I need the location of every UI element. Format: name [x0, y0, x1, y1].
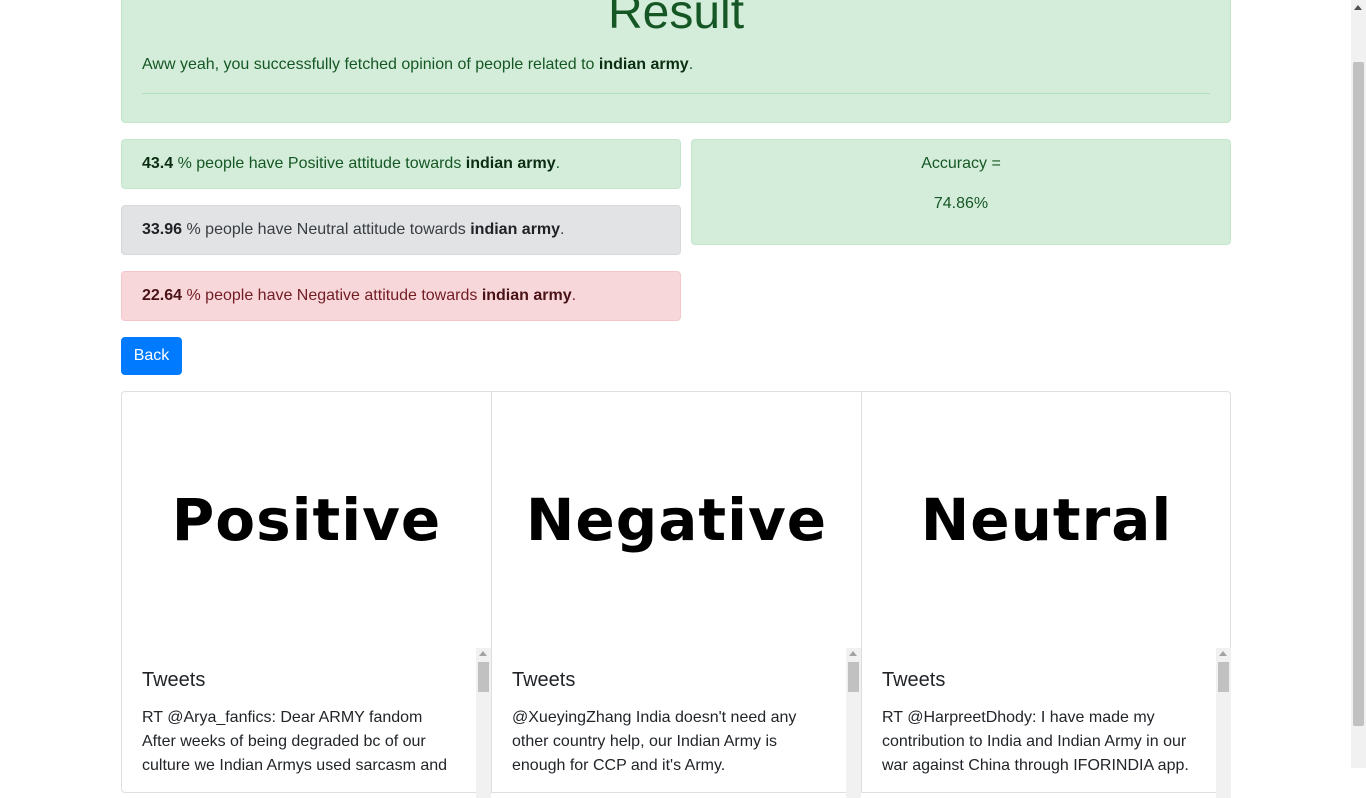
neutral-stat-alert: 33.96 % people have Neutral attitude tow…	[121, 205, 681, 255]
positive-card: Positive Tweets RT @Arya_fanfics: Dear A…	[122, 392, 491, 798]
result-alert: Result Aww yeah, you successfully fetche…	[121, 0, 1231, 123]
accuracy-value: 74.86%	[933, 195, 989, 212]
accuracy-label: Accuracy =	[921, 155, 1001, 172]
result-message: Aww yeah, you successfully fetched opini…	[142, 55, 693, 75]
negative-percent: 22.64	[142, 287, 183, 304]
scroll-thumb[interactable]	[848, 662, 859, 692]
scroll-thumb[interactable]	[1218, 662, 1229, 692]
neutral-card-text: RT @HarpreetDhody: I have made my contri…	[882, 709, 1189, 774]
negative-suffix: .	[571, 287, 577, 304]
result-title: Result	[607, 0, 745, 39]
neutral-topic: indian army	[470, 221, 561, 238]
page-scroll-up-arrow-icon[interactable]	[1354, 5, 1362, 10]
negative-card-title: Tweets	[512, 669, 576, 691]
neutral-card-scrollbar[interactable]	[1216, 648, 1231, 798]
neutral-card-image: Neutral	[920, 486, 1173, 554]
positive-suffix: .	[555, 155, 561, 172]
result-topic: indian army	[598, 56, 689, 73]
scroll-thumb[interactable]	[478, 662, 489, 692]
scroll-up-arrow-icon[interactable]	[1219, 651, 1227, 656]
result-message-text: Aww yeah, you successfully fetched opini…	[142, 56, 595, 73]
positive-card-text: RT @Arya_fanfics: Dear ARMY fandom After…	[142, 709, 448, 774]
result-divider	[142, 93, 1210, 94]
positive-card-image: Positive	[171, 486, 442, 554]
negative-topic: indian army	[481, 287, 572, 304]
neutral-card: Neutral Tweets RT @HarpreetDhody: I have…	[861, 392, 1231, 798]
neutral-percent: 33.96	[142, 221, 183, 238]
result-message-suffix: .	[688, 56, 694, 73]
back-button[interactable]: Back	[121, 337, 182, 375]
scroll-up-arrow-icon[interactable]	[849, 651, 857, 656]
negative-card-text: @XueyingZhang India doesn't need any oth…	[512, 709, 797, 774]
positive-card-scrollbar[interactable]	[476, 648, 491, 798]
neutral-text: % people have Neutral attitude towards	[186, 221, 466, 238]
positive-topic: indian army	[465, 155, 556, 172]
neutral-suffix: .	[560, 221, 565, 238]
positive-card-title: Tweets	[142, 669, 206, 691]
accuracy-alert: Accuracy = 74.86%	[691, 139, 1231, 245]
positive-percent: 43.4	[142, 155, 174, 172]
page-scroll-thumb[interactable]	[1353, 62, 1364, 726]
negative-stat-alert: 22.64 % people have Negative attitude to…	[121, 271, 681, 321]
positive-text: % people have Positive attitude towards	[177, 155, 462, 172]
negative-card-image: Negative	[525, 486, 828, 554]
positive-stat-alert: 43.4 % people have Positive attitude tow…	[121, 139, 681, 189]
negative-text: % people have Negative attitude towards	[186, 287, 478, 304]
tweets-card-deck: Positive Tweets RT @Arya_fanfics: Dear A…	[121, 391, 1231, 798]
negative-card-scrollbar[interactable]	[846, 648, 861, 798]
neutral-card-title: Tweets	[882, 669, 946, 691]
scroll-up-arrow-icon[interactable]	[479, 651, 487, 656]
negative-card: Negative Tweets @XueyingZhang India does…	[491, 392, 861, 798]
page-scrollbar[interactable]	[1351, 0, 1366, 768]
